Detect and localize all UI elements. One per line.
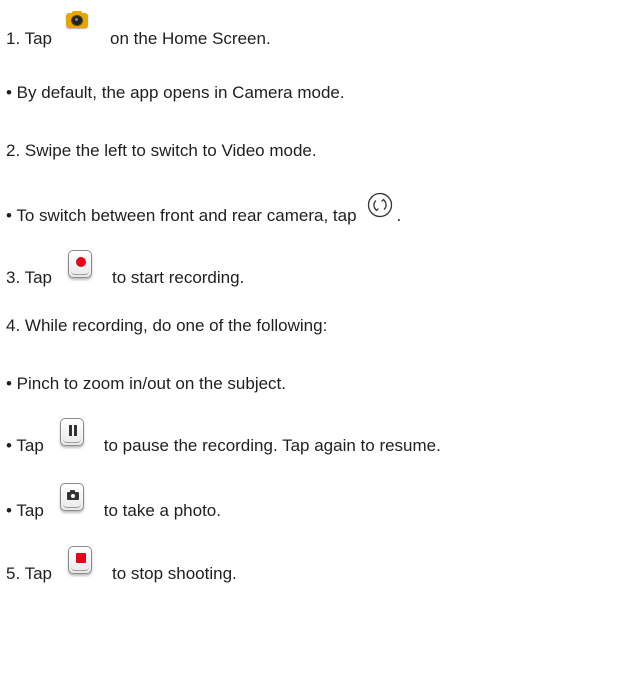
camera-app-icon — [64, 11, 90, 29]
step-2: 2. Swipe the left to switch to Video mod… — [6, 141, 317, 161]
bullet-pause-prefix: • Tap — [6, 436, 44, 455]
bullet-pause-suffix: to pause the recording. Tap again to res… — [103, 436, 441, 455]
step-1-suffix: on the Home Screen. — [110, 29, 271, 48]
bullet-switch-camera-suffix: . — [396, 206, 402, 225]
step-3-suffix: to start recording. — [112, 268, 245, 287]
bullet-pinch-zoom: • Pinch to zoom in/out on the subject. — [6, 374, 286, 394]
bullet-pause: • Tap to pause the recording. Tap again … — [6, 416, 441, 456]
record-button-icon — [68, 250, 93, 280]
step-4: 4. While recording, do one of the follow… — [6, 316, 327, 336]
bullet-take-photo: • Tap to take a photo. — [6, 481, 221, 521]
step-5-suffix: to stop shooting. — [112, 564, 237, 583]
bullet-switch-camera-prefix: • To switch between front and rear camer… — [6, 206, 357, 225]
bullet-default-camera: • By default, the app opens in Camera mo… — [6, 83, 345, 103]
step-2-text: 2. Swipe the left to switch to Video mod… — [6, 141, 317, 160]
step-4-text: 4. While recording, do one of the follow… — [6, 316, 328, 335]
bullet-take-photo-suffix: to take a photo. — [103, 501, 221, 520]
bullet-switch-camera: • To switch between front and rear camer… — [6, 183, 401, 226]
stop-button-icon — [68, 546, 93, 576]
capture-photo-button-icon — [59, 483, 84, 513]
step-5-prefix: 5. Tap — [6, 564, 53, 583]
step-3: 3. Tap to start recording. — [6, 250, 244, 288]
pause-button-icon — [59, 418, 84, 448]
step-1-prefix: 1. Tap — [6, 29, 53, 48]
step-3-prefix: 3. Tap — [6, 268, 53, 287]
bullet-pinch-zoom-text: • Pinch to zoom in/out on the subject. — [6, 374, 287, 393]
bullet-take-photo-prefix: • Tap — [6, 501, 44, 520]
instructions-document: 1. Tap on the Home Screen. • By default,… — [0, 0, 621, 699]
step-1: 1. Tap on the Home Screen. — [6, 11, 271, 49]
step-5: 5. Tap to stop shooting. — [6, 544, 237, 584]
bullet-default-camera-text: • By default, the app opens in Camera mo… — [6, 83, 345, 102]
switch-camera-icon — [367, 192, 393, 218]
